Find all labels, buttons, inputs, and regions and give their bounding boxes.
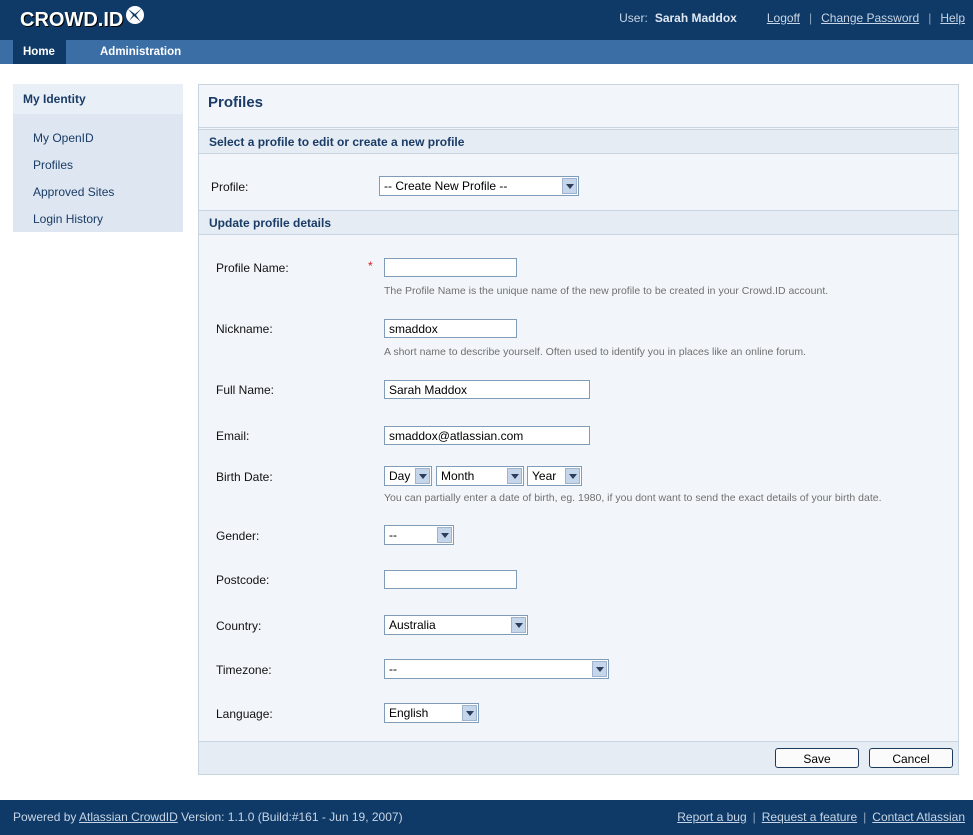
tab-administration[interactable]: Administration: [90, 40, 191, 64]
profile-name-label: Profile Name:: [216, 261, 289, 275]
postcode-label: Postcode:: [216, 573, 270, 587]
contact-atlassian-link[interactable]: Contact Atlassian: [872, 810, 965, 824]
birth-date-label: Birth Date:: [216, 470, 273, 484]
required-marker: *: [368, 259, 373, 273]
chevron-down-icon[interactable]: [511, 617, 526, 633]
country-value: Australia: [389, 618, 436, 632]
nav-bar: Home Administration: [0, 40, 973, 64]
section-title: Select a profile to edit or create a new…: [209, 135, 465, 149]
postcode-input[interactable]: [384, 570, 517, 589]
sidebar-item-login-history[interactable]: Login History: [33, 212, 103, 226]
country-label: Country:: [216, 619, 262, 633]
sidebar-item-profiles[interactable]: Profiles: [33, 158, 73, 172]
section-title: Update profile details: [209, 216, 332, 230]
update-profile-section: Update profile details: [199, 210, 958, 235]
change-password-link[interactable]: Change Password: [821, 11, 919, 25]
birth-month-value: Month: [441, 469, 475, 483]
page-title: Profiles: [208, 94, 264, 111]
separator: |: [809, 11, 813, 25]
sidebar: My Identity My OpenID Profiles Approved …: [13, 84, 183, 232]
birth-date-hint: You can partially enter a date of birth,…: [384, 492, 882, 504]
nickname-label: Nickname:: [216, 322, 273, 336]
main-panel: Profiles Select a profile to edit or cre…: [198, 84, 959, 775]
profile-select[interactable]: -- Create New Profile --: [379, 176, 579, 196]
user-label: User:: [619, 11, 648, 25]
user-name: Sarah Maddox: [654, 11, 737, 25]
save-button[interactable]: Save: [775, 748, 859, 768]
tab-home[interactable]: Home: [13, 40, 66, 64]
logoff-link[interactable]: Logoff: [767, 11, 800, 25]
cancel-button[interactable]: Cancel: [869, 748, 953, 768]
help-link[interactable]: Help: [940, 11, 965, 25]
user-bar: User: Sarah Maddox Logoff | Change Passw…: [619, 11, 965, 25]
full-name-label: Full Name:: [216, 383, 275, 397]
separator: |: [863, 810, 867, 824]
full-name-input[interactable]: [384, 380, 590, 399]
sidebar-item-approved-sites[interactable]: Approved Sites: [33, 185, 114, 199]
birth-month-select[interactable]: Month: [436, 466, 524, 486]
sidebar-title: My Identity: [13, 84, 183, 114]
profile-name-hint: The Profile Name is the unique name of t…: [384, 285, 829, 297]
timezone-value: --: [389, 662, 397, 676]
language-label: Language:: [216, 707, 273, 721]
country-select[interactable]: Australia: [384, 615, 528, 635]
email-input[interactable]: [384, 426, 590, 445]
powered-prefix: Powered by: [13, 810, 77, 824]
chevron-down-icon[interactable]: [437, 527, 452, 543]
email-label: Email:: [216, 429, 250, 443]
birth-day-value: Day: [389, 469, 411, 483]
crowdid-logo[interactable]: CROWD.ID: [20, 5, 145, 35]
version-text: Version: 1.1.0 (Build:#161 - Jun 19, 200…: [181, 810, 403, 824]
language-value: English: [389, 706, 429, 720]
footer-powered-by: Powered by Atlassian CrowdID Version: 1.…: [13, 810, 403, 824]
sidebar-item-my-openid[interactable]: My OpenID: [33, 131, 94, 145]
timezone-label: Timezone:: [216, 663, 272, 677]
chevron-down-icon[interactable]: [562, 178, 577, 194]
star-icon: [125, 5, 145, 28]
select-profile-section: Select a profile to edit or create a new…: [199, 129, 958, 154]
footer: Powered by Atlassian CrowdID Version: 1.…: [0, 800, 973, 835]
report-bug-link[interactable]: Report a bug: [677, 810, 746, 824]
footer-links: Report a bug | Request a feature | Conta…: [677, 810, 965, 824]
header: CROWD.ID User: Sarah Maddox Logoff | Cha…: [0, 0, 973, 40]
gender-select[interactable]: --: [384, 525, 454, 545]
chevron-down-icon[interactable]: [592, 661, 607, 677]
logo-text: CROWD.ID: [20, 8, 124, 31]
profile-name-input[interactable]: [384, 258, 517, 277]
birth-year-value: Year: [532, 469, 557, 483]
profile-select-value: -- Create New Profile --: [384, 179, 508, 193]
nickname-input[interactable]: [384, 319, 517, 338]
separator: |: [928, 11, 932, 25]
chevron-down-icon[interactable]: [462, 705, 477, 721]
birth-day-select[interactable]: Day: [384, 466, 432, 486]
timezone-select[interactable]: --: [384, 659, 609, 679]
nickname-hint: A short name to describe yourself. Often…: [384, 346, 806, 358]
profile-label: Profile:: [211, 180, 249, 194]
language-select[interactable]: English: [384, 703, 479, 723]
atlassian-crowdid-link[interactable]: Atlassian CrowdID: [79, 810, 178, 824]
birth-year-select[interactable]: Year: [527, 466, 582, 486]
chevron-down-icon[interactable]: [415, 468, 430, 484]
separator: |: [752, 810, 756, 824]
gender-label: Gender:: [216, 529, 260, 543]
gender-value: --: [389, 528, 397, 542]
chevron-down-icon[interactable]: [507, 468, 522, 484]
request-feature-link[interactable]: Request a feature: [762, 810, 857, 824]
page-title-bar: Profiles: [199, 85, 958, 128]
chevron-down-icon[interactable]: [565, 468, 580, 484]
